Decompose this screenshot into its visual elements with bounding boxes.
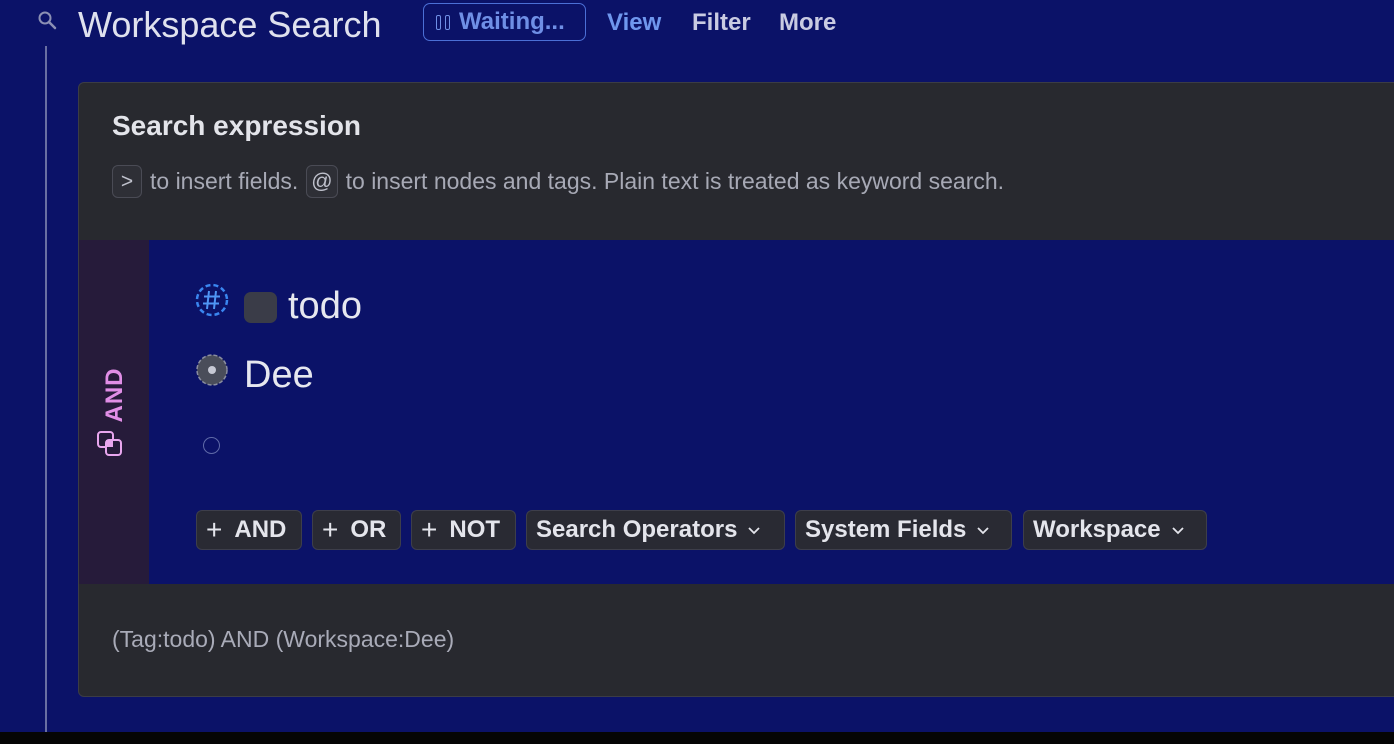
search-hint: > to insert fields. @ to insert nodes an… [112, 165, 1012, 198]
outline-guide-line [45, 46, 47, 732]
nodes-key: @ [306, 165, 338, 198]
add-or-label: OR [350, 516, 387, 543]
workspace-search-page: Workspace Search Waiting... View Filter … [0, 0, 1394, 744]
plus-icon: + [206, 514, 223, 545]
toggle-operator-icon[interactable] [96, 430, 124, 458]
tag-todo-row[interactable]: todo [288, 285, 362, 328]
tag-color-swatch [244, 292, 277, 323]
bottom-edge [0, 732, 1394, 744]
empty-row-bullet[interactable] [203, 437, 220, 454]
add-or-button[interactable]: + OR [312, 510, 401, 550]
workspace-label: Workspace [1033, 516, 1161, 543]
fields-hint-text: to insert fields. [150, 168, 299, 194]
search-operators-dropdown[interactable]: Search Operators [526, 510, 785, 550]
page-title: Workspace Search [78, 4, 382, 45]
plus-icon: + [322, 514, 339, 545]
filter-menu[interactable]: Filter [692, 9, 751, 37]
search-icon [38, 11, 57, 30]
chevron-down-icon [977, 527, 990, 535]
add-not-label: NOT [449, 516, 501, 543]
add-and-button[interactable]: + AND [196, 510, 302, 550]
hash-tag-icon [195, 283, 229, 317]
query-preview: (Tag:todo) AND (Workspace:Dee) [112, 626, 455, 652]
status-label: Waiting... [459, 8, 565, 35]
and-operator-label[interactable]: AND [101, 368, 129, 423]
system-fields-dropdown[interactable]: System Fields [795, 510, 1012, 550]
chevron-down-icon [748, 527, 761, 535]
chevron-down-icon [1171, 527, 1184, 535]
plus-icon: + [421, 514, 438, 545]
nodes-hint-text: to insert nodes and tags. Plain text is … [345, 168, 1005, 194]
status-badge[interactable]: Waiting... [423, 3, 586, 41]
and-group-rail[interactable]: AND [79, 240, 149, 584]
add-not-button[interactable]: + NOT [411, 510, 516, 550]
workspace-dee-row[interactable]: Dee [244, 354, 314, 397]
more-menu[interactable]: More [779, 9, 836, 37]
workspace-icon [196, 354, 228, 386]
pause-icon [436, 14, 450, 30]
system-fields-label: System Fields [805, 516, 967, 543]
search-expression-card: Search expression > to insert fields. @ … [78, 82, 1394, 697]
workspace-dropdown[interactable]: Workspace [1023, 510, 1207, 550]
and-group: AND todo Dee + AND + OR + NOT Search Ope… [79, 240, 1394, 584]
add-and-label: AND [234, 516, 287, 543]
view-menu[interactable]: View [607, 9, 661, 37]
card-title: Search expression [112, 110, 362, 141]
fields-key: > [112, 165, 142, 198]
search-operators-label: Search Operators [536, 516, 738, 543]
